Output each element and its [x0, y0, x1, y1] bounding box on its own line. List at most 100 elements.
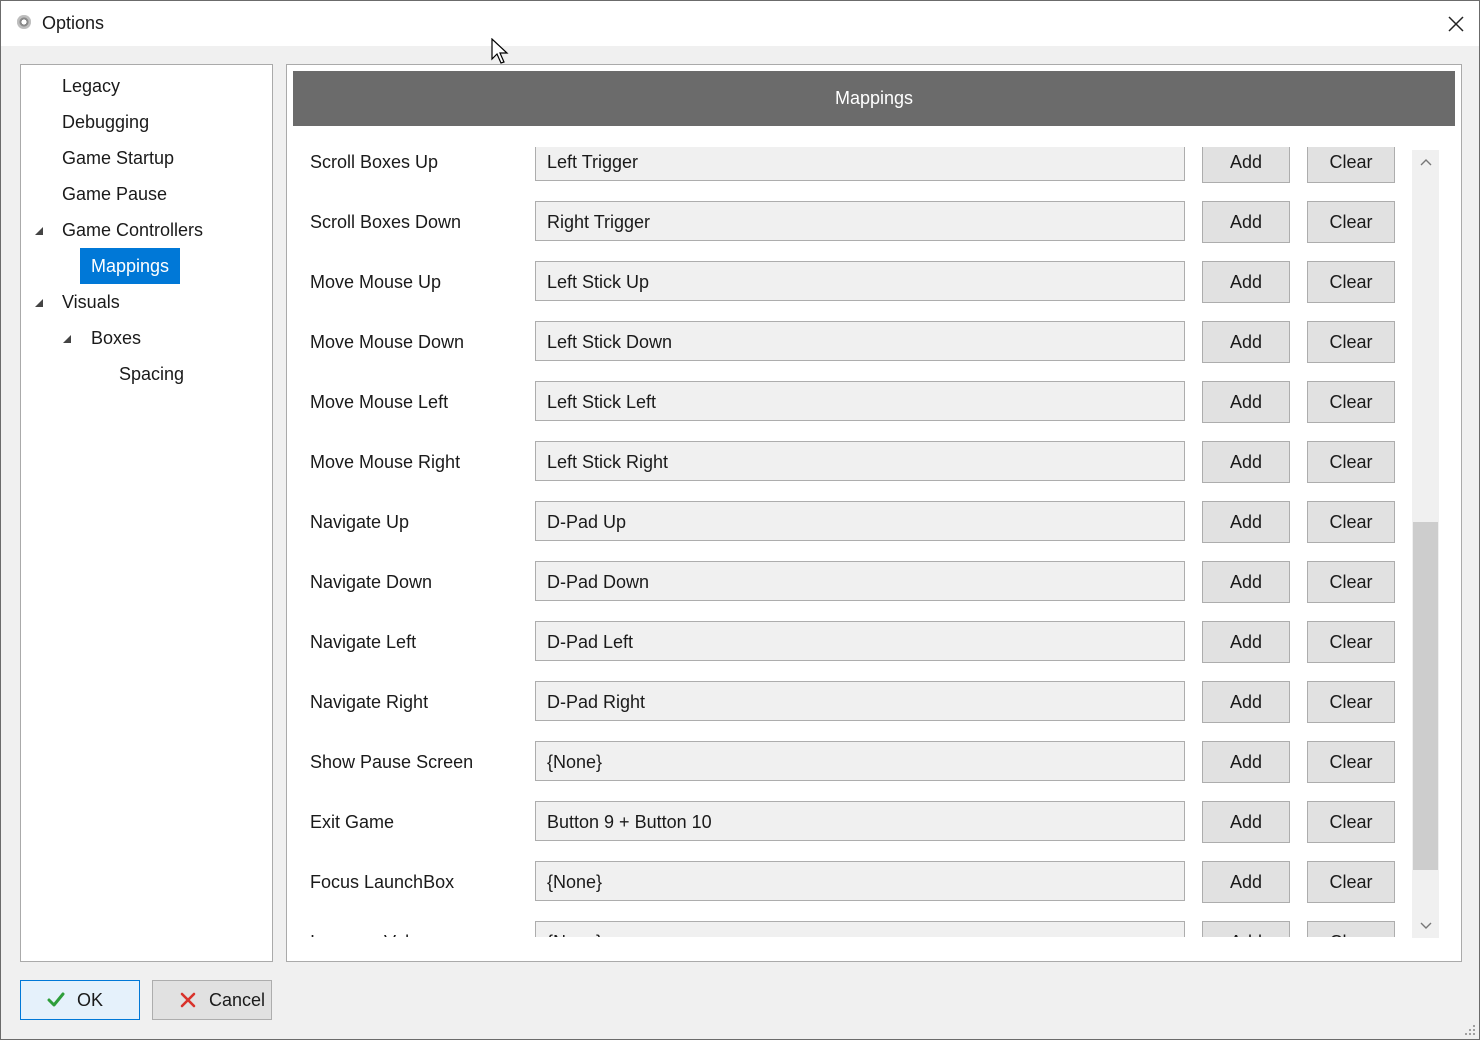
tree-item-game-controllers[interactable]: Game Controllers [51, 212, 214, 248]
clear-binding-button[interactable]: Clear [1307, 621, 1395, 663]
add-binding-button[interactable]: Add [1202, 201, 1290, 243]
mapping-row: Move Mouse Left Left Stick Left Add Clear [293, 381, 1413, 423]
add-binding-button[interactable]: Add [1202, 681, 1290, 723]
mapping-binding-field[interactable]: Right Trigger [535, 201, 1185, 241]
clear-binding-button[interactable]: Clear [1307, 321, 1395, 363]
mapping-row: Move Mouse Down Left Stick Down Add Clear [293, 321, 1413, 363]
close-icon [1448, 15, 1464, 32]
tree-item-visuals[interactable]: Visuals [51, 284, 131, 320]
clear-binding-button[interactable]: Clear [1307, 801, 1395, 843]
app-gear-icon [17, 15, 31, 29]
resize-grip-icon[interactable] [1464, 1024, 1476, 1036]
mapping-binding-field[interactable]: {None} [535, 921, 1185, 937]
add-binding-button[interactable]: Add [1202, 261, 1290, 303]
expand-arrow-icon[interactable] [61, 332, 73, 346]
add-binding-button[interactable]: Add [1202, 147, 1290, 183]
clear-binding-button[interactable]: Clear [1307, 261, 1395, 303]
mapping-row: Show Pause Screen {None} Add Clear [293, 741, 1413, 783]
title-bar[interactable]: Options [1, 1, 1479, 46]
clear-binding-button[interactable]: Clear [1307, 441, 1395, 483]
mapping-binding-field[interactable]: D-Pad Right [535, 681, 1185, 721]
add-binding-button[interactable]: Add [1202, 381, 1290, 423]
section-header: Mappings [293, 71, 1455, 126]
mapping-action-label: Navigate Right [310, 692, 429, 712]
mapping-binding-field[interactable]: Left Trigger [535, 147, 1185, 181]
mapping-action-label: Navigate Left [310, 632, 417, 652]
mapping-binding-field[interactable]: Left Stick Down [535, 321, 1185, 361]
clear-binding-button[interactable]: Clear [1307, 501, 1395, 543]
chevron-down-icon [1420, 922, 1431, 929]
options-window: Options Legacy Debugging Game Startup Game … [0, 0, 1480, 1040]
close-button[interactable] [1433, 1, 1479, 46]
cancel-button[interactable]: Cancel [152, 980, 272, 1020]
scroll-up-button[interactable] [1412, 150, 1439, 174]
add-binding-button[interactable]: Add [1202, 921, 1290, 937]
mapping-action-label: Move Mouse Up [310, 272, 442, 292]
mapping-row: Focus LaunchBox {None} Add Clear [293, 861, 1413, 903]
mapping-row: Increase Volume {None} Add Clear [293, 921, 1413, 937]
mapping-action-label: Move Mouse Down [310, 332, 465, 352]
clear-binding-button[interactable]: Clear [1307, 201, 1395, 243]
add-binding-button[interactable]: Add [1202, 561, 1290, 603]
tree-item-debugging[interactable]: Debugging [51, 104, 160, 140]
clear-binding-button[interactable]: Clear [1307, 741, 1395, 783]
mapping-row: Scroll Boxes Down Right Trigger Add Clear [293, 201, 1413, 243]
scroll-down-button[interactable] [1412, 914, 1439, 938]
tree-item-game-pause[interactable]: Game Pause [51, 176, 178, 212]
scrollbar-thumb[interactable] [1413, 522, 1438, 870]
add-binding-button[interactable]: Add [1202, 861, 1290, 903]
add-binding-button[interactable]: Add [1202, 801, 1290, 843]
mapping-binding-field[interactable]: {None} [535, 861, 1185, 901]
ok-button[interactable]: OK [20, 980, 140, 1020]
mapping-action-label: Move Mouse Left [310, 392, 449, 412]
mapping-action-label: Scroll Boxes Up [310, 152, 439, 172]
options-tree: Legacy Debugging Game Startup Game Pause Gam… [20, 64, 273, 962]
mapping-binding-field[interactable]: D-Pad Up [535, 501, 1185, 541]
mapping-action-label: Focus LaunchBox [310, 872, 455, 892]
chevron-up-icon [1420, 159, 1431, 166]
tree-item-boxes[interactable]: Boxes [80, 320, 152, 356]
clear-binding-button[interactable]: Clear [1307, 681, 1395, 723]
mapping-row: Navigate Up D-Pad Up Add Clear [293, 501, 1413, 543]
vertical-scrollbar[interactable] [1412, 150, 1439, 938]
mappings-list[interactable]: Scroll Boxes Up Left Trigger Add Clear Scrol… [293, 147, 1413, 937]
mapping-binding-field[interactable]: D-Pad Left [535, 621, 1185, 661]
mapping-action-label: Scroll Boxes Down [310, 212, 462, 232]
expand-arrow-icon[interactable] [33, 296, 45, 310]
clear-binding-button[interactable]: Clear [1307, 381, 1395, 423]
tree-item-mappings[interactable]: Mappings [80, 248, 181, 284]
mappings-panel: Mappings Scroll Boxes Up Left Trigger Add C… [286, 64, 1462, 962]
mapping-binding-field[interactable]: Left Stick Left [535, 381, 1185, 421]
add-binding-button[interactable]: Add [1202, 621, 1290, 663]
clear-binding-button[interactable]: Clear [1307, 861, 1395, 903]
expand-arrow-icon[interactable] [33, 224, 45, 238]
mapping-action-label: Show Pause Screen [310, 752, 474, 772]
mapping-action-label: Navigate Down [310, 572, 433, 592]
add-binding-button[interactable]: Add [1202, 741, 1290, 783]
checkmark-icon [47, 991, 65, 1009]
tree-item-game-startup[interactable]: Game Startup [51, 140, 185, 176]
cancel-x-icon [179, 991, 197, 1009]
tree-item-spacing[interactable]: Spacing [108, 356, 195, 392]
mapping-binding-field[interactable]: Left Stick Up [535, 261, 1185, 301]
add-binding-button[interactable]: Add [1202, 321, 1290, 363]
mapping-binding-field[interactable]: D-Pad Down [535, 561, 1185, 601]
tree-item-legacy[interactable]: Legacy [51, 68, 131, 104]
clear-binding-button[interactable]: Clear [1307, 921, 1395, 937]
mapping-row: Navigate Left D-Pad Left Add Clear [293, 621, 1413, 663]
mapping-binding-field[interactable]: Left Stick Right [535, 441, 1185, 481]
mapping-row: Move Mouse Right Left Stick Right Add Clear [293, 441, 1413, 483]
mapping-action-label: Navigate Up [310, 512, 410, 532]
clear-binding-button[interactable]: Clear [1307, 147, 1395, 183]
mapping-row: Exit Game Button 9 + Button 10 Add Clear [293, 801, 1413, 843]
window-title: Options [42, 13, 105, 33]
add-binding-button[interactable]: Add [1202, 441, 1290, 483]
mapping-row: Navigate Down D-Pad Down Add Clear [293, 561, 1413, 603]
mapping-binding-field[interactable]: {None} [535, 741, 1185, 781]
add-binding-button[interactable]: Add [1202, 501, 1290, 543]
mapping-row: Navigate Right D-Pad Right Add Clear [293, 681, 1413, 723]
mapping-binding-field[interactable]: Button 9 + Button 10 [535, 801, 1185, 841]
clear-binding-button[interactable]: Clear [1307, 561, 1395, 603]
mouse-cursor-icon [491, 38, 509, 64]
mapping-action-label: Increase Volume [310, 921, 444, 937]
